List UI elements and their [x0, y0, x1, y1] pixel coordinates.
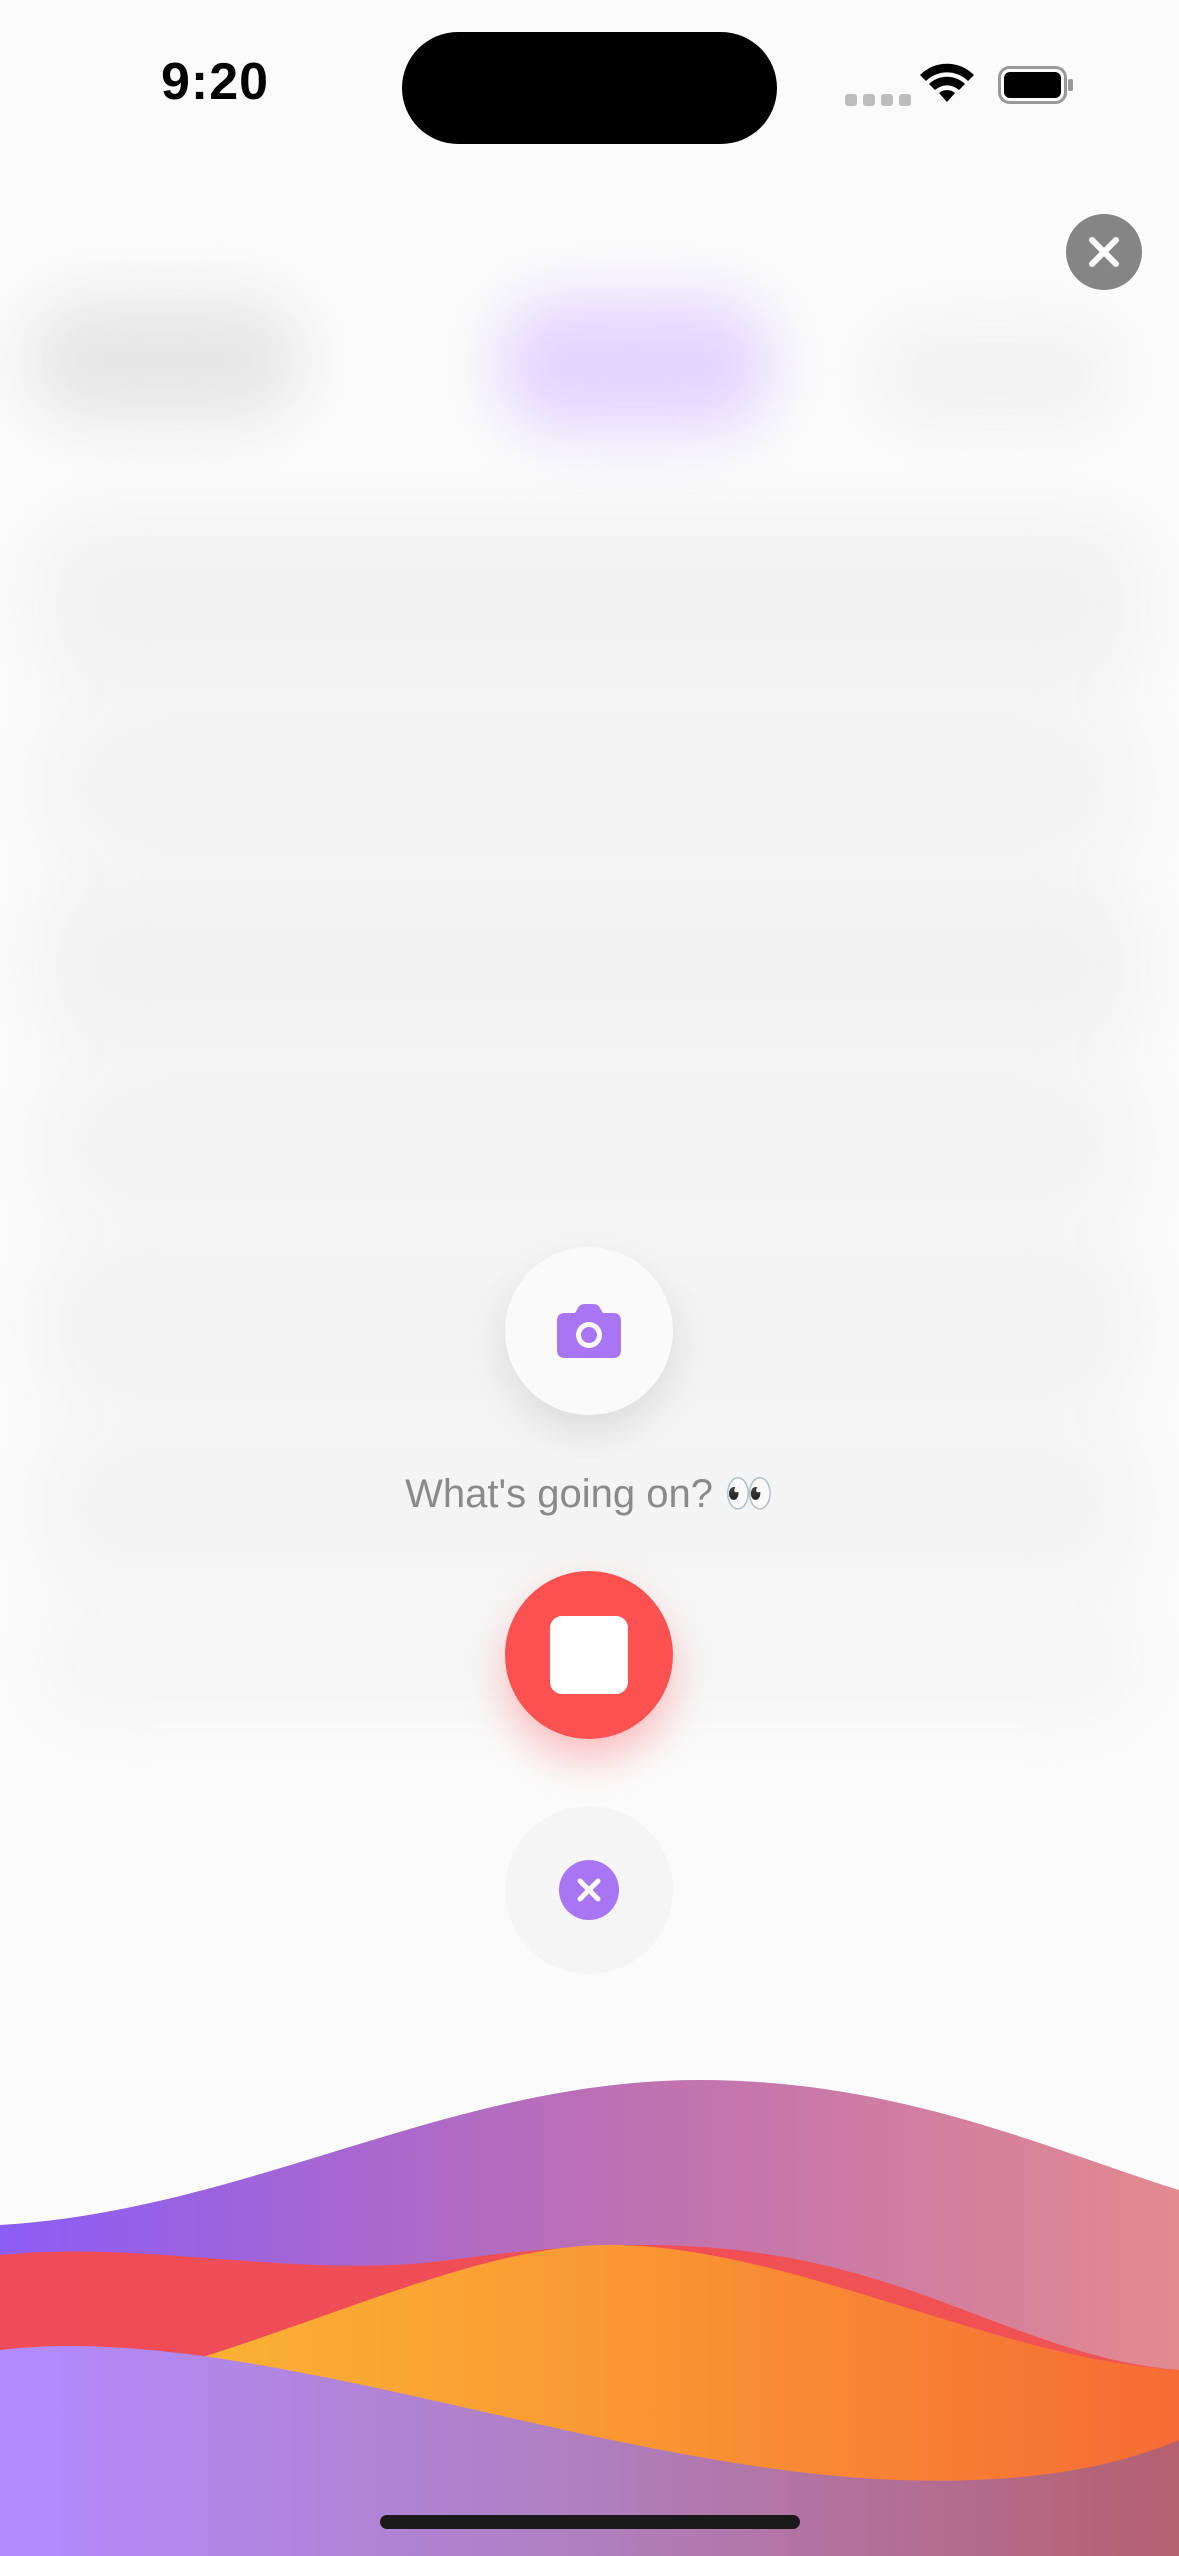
cellular-signal-icon [845, 94, 911, 106]
decorative-waves [0, 2080, 1179, 2556]
prompt-text: What's going on? 👀 [405, 1472, 774, 1516]
battery-icon [998, 66, 1073, 104]
blurred-background [0, 0, 1179, 1800]
close-icon [1089, 237, 1119, 267]
stop-icon [550, 1616, 628, 1694]
recording-screen: 9:20 What's going on? 👀 [0, 0, 1179, 2556]
close-icon [559, 1860, 619, 1920]
close-button[interactable] [1066, 214, 1142, 290]
stop-recording-button[interactable] [505, 1571, 673, 1739]
camera-button[interactable] [505, 1247, 673, 1415]
camera-icon [557, 1304, 621, 1358]
cancel-button[interactable] [505, 1806, 673, 1974]
home-indicator[interactable] [380, 2515, 800, 2529]
wifi-icon [920, 63, 974, 102]
status-time: 9:20 [160, 53, 270, 111]
dynamic-island [402, 32, 777, 144]
